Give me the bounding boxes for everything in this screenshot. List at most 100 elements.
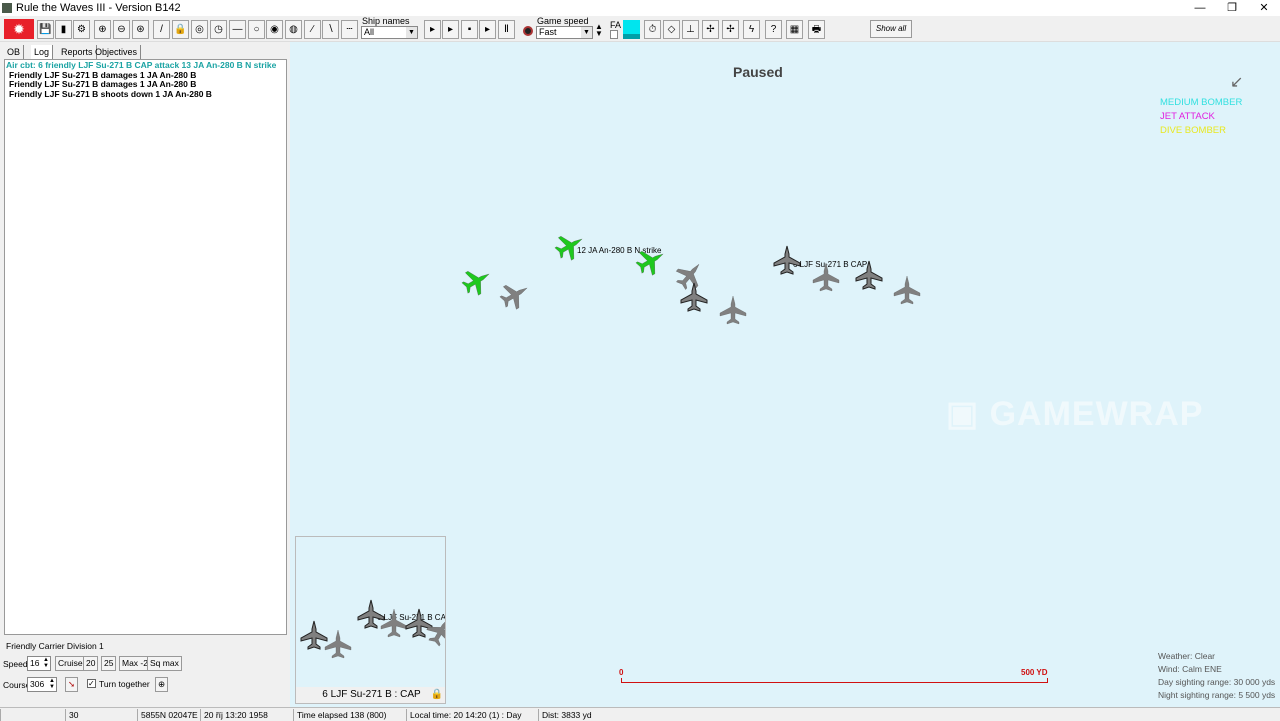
speed-input[interactable]: 16 ▲ ▼ [27,656,51,671]
diamond-icon[interactable]: ◇ [663,20,680,39]
fast-forward-icon[interactable]: ▸ [479,20,496,39]
dash-icon[interactable]: — [229,20,246,39]
ship-names-value: All [364,27,375,37]
chevron-down-icon: ▼ [406,27,417,38]
formation-circle-icon[interactable]: ✢ [722,20,739,39]
step-icon[interactable]: ▸ [442,20,459,39]
clock-icon[interactable]: ◷ [210,20,227,39]
tab-objectives[interactable]: Objectives [92,45,142,59]
anchor-icon[interactable]: ⊥ [682,20,699,39]
timer-icon[interactable]: ⏱ [644,20,661,39]
status-cell: Dist: 3833 yd [538,709,700,721]
tab-ob[interactable]: OB [4,45,25,59]
gun-icon[interactable]: / [153,20,170,39]
green-circle-icon[interactable]: ○ [248,20,265,39]
save-icon[interactable]: 💾 [37,20,54,39]
dotted-line-icon[interactable]: ┄ [341,20,358,39]
sq-max-button[interactable]: Sq max [147,656,182,671]
play-icon[interactable]: ▸ [424,20,441,39]
tab-reports[interactable]: Reports [58,45,97,59]
settings-icon[interactable]: ⚙ [73,20,90,39]
zoom-out-icon[interactable]: ⊖ [113,20,130,39]
help-icon[interactable]: ? [765,20,782,39]
log-list[interactable]: Air cbt: 6 friendly LJF Su-271 B CAP att… [4,59,287,635]
friendly-aircraft-icon[interactable] [854,260,884,290]
tab-log[interactable]: Log [31,45,54,59]
status-cell [0,709,65,721]
game-speed-select[interactable]: Fast ▼ [536,26,593,39]
status-bar: 30 5855N 02047E 20 říj 13:20 1958 Time elap… [0,707,1280,721]
toolbar: ✹ 💾 ▮ ⚙ ⊕ ⊖ ⊛ / 🔒 ◎ ◷ — ○ ◉ ◍ ∕ ∖ ┄ ▸ ▸ ▪ ▸ Ⅱ ⏱ ◇ ⊥ ✢ ✢ ϟ? ▦ 🖶 Ship n… [0,16,1280,42]
course-pointer-button[interactable]: ➘ [65,677,79,692]
zoom-fit-icon[interactable]: ⊛ [132,20,149,39]
cruise-button[interactable]: Cruise [55,656,86,671]
friendly-aircraft-icon[interactable] [323,629,353,659]
ship-names-select[interactable]: All ▼ [361,26,418,39]
orange-circle-icon[interactable]: ◍ [285,20,302,39]
window-title: Rule the Waves III - Version B142 [16,2,181,14]
division-name: Friendly Carrier Division 1 [6,641,104,651]
formation-icon[interactable]: ✢ [702,20,719,39]
scale-start: 0 [619,668,624,677]
show-all-button[interactable]: Show all [870,20,912,38]
enemy-aircraft-icon[interactable] [457,261,498,302]
red-circle-icon[interactable]: ◉ [266,20,283,39]
legend-medium-bomber: MEDIUM BOMBER [1160,97,1243,108]
pause-icon[interactable]: Ⅱ [498,20,515,39]
speed-25-button[interactable]: 25 [101,656,117,671]
watermark-logo: ▣ GAMEWRAP [946,395,1204,433]
lightning-icon[interactable]: ϟ [743,20,760,39]
lock-icon[interactable]: 🔒 [172,20,189,39]
paused-status: Paused [733,64,783,80]
course-input[interactable]: 306 ▲ ▼ [27,677,57,692]
speed-spinner[interactable]: ▲ ▼ [595,23,603,38]
speed-20-button[interactable]: 20 [83,656,99,671]
lock-icon[interactable]: 🔒 [431,687,443,703]
wind-text: Wind: Calm ENE [1158,664,1222,674]
friendly-aircraft-icon[interactable] [718,295,748,325]
restore-button[interactable]: ❐ [1216,0,1248,16]
enemy-aircraft-icon[interactable] [550,226,591,267]
scale-bar [621,678,1048,683]
minimize-button[interactable]: — [1184,0,1216,16]
report-icon[interactable]: ▦ [786,20,803,39]
stop-icon[interactable]: ▪ [461,20,478,39]
flag-icon[interactable]: ✹ [4,19,34,39]
friendly-aircraft-icon[interactable] [495,275,536,316]
inset-caption: 6 LJF Su-271 B : CAP [322,689,421,700]
turn-together-label: Turn together [99,679,150,689]
speed-label: Speed [3,659,28,669]
record-icon[interactable] [523,26,533,36]
friendly-aircraft-icon[interactable] [811,262,841,292]
circle-icon[interactable]: ◎ [191,20,208,39]
line-gray-icon[interactable]: ∖ [322,20,339,39]
night-sighting-text: Night sighting range: 5 500 yds [1158,690,1276,700]
weather-text: Weather: Clear [1158,651,1216,661]
day-sighting-text: Day sighting range: 30 000 yds [1158,677,1276,687]
friendly-aircraft-icon[interactable] [679,282,709,312]
inset-view[interactable]: 6 LJF Su-271 B CAP 6 LJF Su-271 B : CAP … [295,536,446,704]
chevron-down-icon: ▼ [581,27,592,38]
game-speed-value: Fast [539,27,557,37]
legend-jet-attack: JET ATTACK [1160,111,1215,122]
inset-caption-bar: 6 LJF Su-271 B : CAP 🔒 [296,687,445,703]
title-bar: Rule the Waves III - Version B142 — ❐ ✕ [0,0,1280,16]
line-orange-icon[interactable]: ∕ [304,20,321,39]
wind-arrow-icon: ↙ [1230,74,1244,91]
log-line: Friendly LJF Su-271 B shoots down 1 JA A… [9,88,212,99]
ship-names-label: Ship names [362,16,410,26]
turn-together-checkbox[interactable]: ✓ [87,679,96,688]
legend-dive-bomber: DIVE BOMBER [1160,125,1226,136]
division-panel: Friendly Carrier Division 1 Speed 16 ▲ ▼ C… [0,638,290,707]
friendly-aircraft-icon[interactable] [772,245,802,275]
zoom-in-icon[interactable]: ⊕ [94,20,111,39]
friendly-aircraft-icon[interactable] [892,275,922,305]
fa-label: FA [610,20,622,30]
target-button[interactable]: ⊕ [155,677,169,692]
status-cell: Time elapsed 138 (800) [293,709,406,721]
exit-icon[interactable]: ▮ [55,20,72,39]
sea-color-button[interactable] [623,20,640,39]
fa-checkbox[interactable] [610,30,618,39]
print-icon[interactable]: 🖶 [808,20,825,39]
close-button[interactable]: ✕ [1248,0,1280,16]
